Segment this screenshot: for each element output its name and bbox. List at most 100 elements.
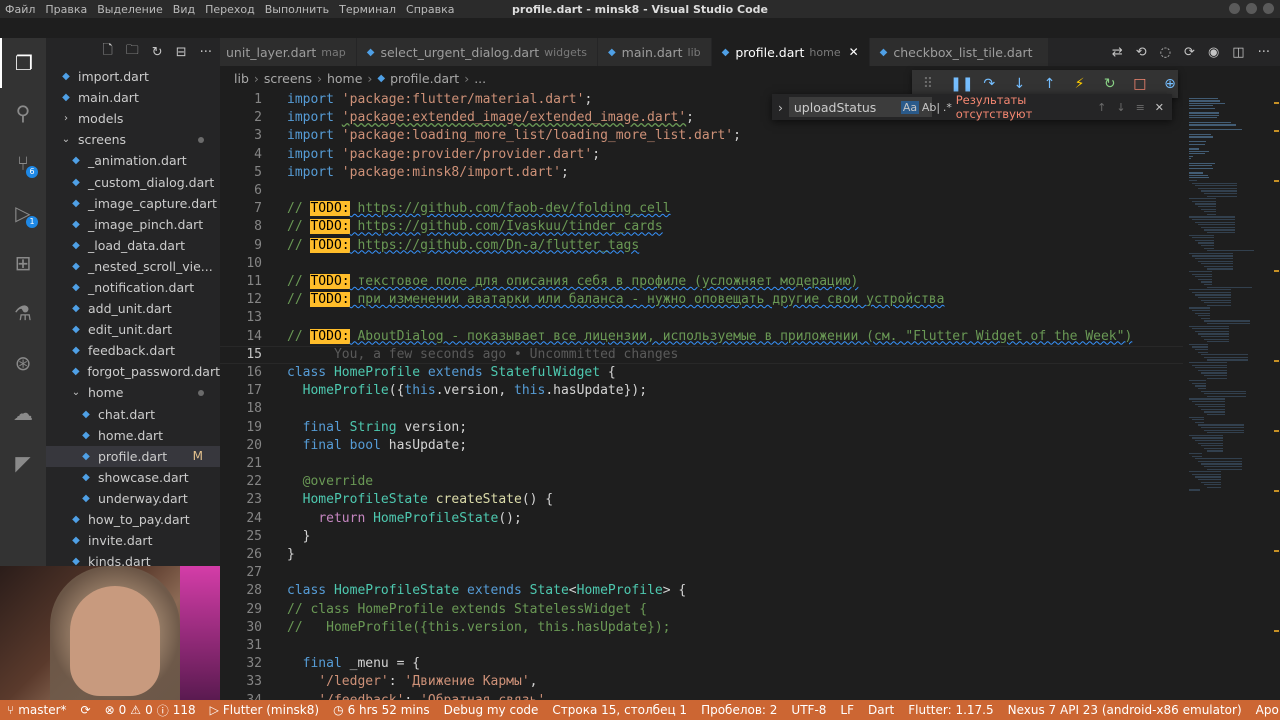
code-line[interactable]: import 'package:minsk8/import.dart';	[287, 164, 569, 182]
menu-item[interactable]: Выполнить	[265, 3, 329, 16]
minimap[interactable]	[1183, 90, 1273, 700]
find-in-selection-icon[interactable]: ≡	[1136, 101, 1145, 114]
eol-status[interactable]: LF	[833, 703, 861, 717]
tree-folder[interactable]: ⌄ home	[46, 382, 220, 403]
hot-reload-icon[interactable]: ⚡	[1072, 76, 1088, 92]
inspect-widget-icon[interactable]: ⊕	[1162, 76, 1178, 92]
dot-icon[interactable]: ◌	[1160, 45, 1171, 60]
code-line[interactable]: // TODO: https://github.com/Ivaskuu/tind…	[287, 218, 663, 236]
tree-file[interactable]: ◆ underway.dart	[46, 488, 220, 509]
code-line[interactable]: HomeProfileState createState() {	[287, 491, 553, 509]
find-input[interactable]: uploadStatus Aa Ab| .*	[788, 97, 952, 117]
source-control-icon[interactable]: ⑂ 6	[0, 138, 46, 188]
match-case-toggle[interactable]: Aa	[900, 100, 920, 114]
tree-folder[interactable]: › models	[46, 108, 220, 129]
encoding-status[interactable]: UTF-8	[784, 703, 833, 717]
code-line[interactable]: // TODO: AboutDialog - показывает все ли…	[287, 328, 1132, 346]
stop-icon[interactable]: □	[1132, 76, 1148, 92]
close-window-button[interactable]	[1263, 3, 1274, 14]
menu-item[interactable]: Выделение	[97, 3, 163, 16]
new-file-icon[interactable]: 🗋	[102, 41, 112, 63]
tree-folder[interactable]: ⌄ screens	[46, 129, 220, 150]
code-line[interactable]: class HomeProfile extends StatefulWidget…	[287, 364, 616, 382]
next-match-icon[interactable]: ↓	[1116, 101, 1125, 114]
search-icon[interactable]: ⚲	[0, 88, 46, 138]
menu-item[interactable]: Файл	[5, 3, 35, 16]
tree-file[interactable]: ◆ feedback.dart	[46, 340, 220, 361]
tree-file[interactable]: ◆ chat.dart	[46, 404, 220, 425]
tree-file[interactable]: ◆ main.dart	[46, 87, 220, 108]
menu-item[interactable]: Вид	[173, 3, 195, 16]
new-folder-icon[interactable]: 🗀	[126, 41, 139, 63]
breadcrumb-item[interactable]: home	[327, 71, 362, 86]
run-debug-icon[interactable]: ▷ 1	[0, 188, 46, 238]
tree-file[interactable]: ◆ profile.dart M	[46, 445, 220, 467]
tab-unit_layer-dart[interactable]: unit_layer.dart map	[220, 38, 357, 66]
tree-file[interactable]: ◆ how_to_pay.dart	[46, 509, 220, 530]
device-status[interactable]: Nexus 7 API 23 (android-x86 emulator)	[1001, 703, 1249, 717]
testing-flask-icon[interactable]: ⚗	[0, 288, 46, 338]
code-line[interactable]: // TODO: https://github.com/faob-dev/fol…	[287, 200, 671, 218]
git-graph-icon[interactable]: ⊛	[0, 338, 46, 388]
git-branch-status[interactable]: ⑂ master*	[0, 703, 74, 717]
tree-file[interactable]: ◆ invite.dart	[46, 530, 220, 551]
time-tracking-status[interactable]: ◷ 6 hrs 52 mins	[326, 703, 437, 717]
step-into-icon[interactable]: ↓	[1011, 76, 1027, 92]
go-forward-icon[interactable]: ⟳	[1184, 45, 1195, 60]
extensions-icon[interactable]: ⊞	[0, 238, 46, 288]
tab-checkbox_list_tile-dart[interactable]: ◆ checkbox_list_tile.dart	[869, 38, 1049, 66]
open-changes-icon[interactable]: ◉	[1208, 45, 1219, 60]
code-line[interactable]: final _menu = {	[287, 655, 420, 673]
code-line[interactable]: import 'package:flutter/material.dart';	[287, 91, 592, 109]
debug-mode-status[interactable]: Debug my code	[437, 703, 546, 717]
collapse-all-icon[interactable]: ⊟	[176, 45, 187, 60]
code-line[interactable]: You, a few seconds ago • Uncommitted cha…	[287, 346, 678, 364]
tab-profile-dart[interactable]: ◆ profile.dart home ✕	[711, 38, 870, 66]
code-line[interactable]: final String version;	[287, 419, 467, 437]
code-line[interactable]: // TODO: при изменении аватарки или бала…	[287, 291, 944, 309]
tree-file[interactable]: ◆ _notification.dart	[46, 277, 220, 298]
flutter-version-status[interactable]: Flutter: 1.17.5	[901, 703, 1000, 717]
maximize-button[interactable]	[1246, 3, 1257, 14]
code-line[interactable]: }	[287, 528, 311, 546]
menu-item[interactable]: Справка	[406, 3, 454, 16]
previous-match-icon[interactable]: ↑	[1097, 101, 1106, 114]
tree-file[interactable]: ◆ edit_unit.dart	[46, 319, 220, 340]
indentation-status[interactable]: Пробелов: 2	[694, 703, 784, 717]
tree-file[interactable]: ◆ _image_pinch.dart	[46, 214, 220, 235]
step-out-icon[interactable]: ↑	[1041, 76, 1057, 92]
tree-file[interactable]: ◆ add_unit.dart	[46, 298, 220, 319]
compare-changes-icon[interactable]: ⇄	[1112, 45, 1123, 60]
apollo-status[interactable]: Apollo	[1249, 703, 1280, 717]
code-editor[interactable]: import 'package:flutter/material.dart'; i…	[287, 90, 1177, 700]
code-line[interactable]: // TODO: https://github.com/Dn-a/flutter…	[287, 237, 639, 255]
code-line[interactable]: '/feedback': 'Обратная связь',	[287, 692, 553, 700]
explorer-icon[interactable]: ❐	[0, 38, 46, 88]
breadcrumb-item[interactable]: lib	[234, 71, 249, 86]
drag-handle-icon[interactable]: ⠿	[920, 76, 936, 92]
split-editor-icon[interactable]: ◫	[1232, 45, 1244, 60]
tree-file[interactable]: ◆ _nested_scroll_vie...	[46, 256, 220, 277]
flutter-icon[interactable]: ◤	[0, 438, 46, 488]
tree-file[interactable]: ◆ forgot_password.dart	[46, 361, 220, 382]
code-line[interactable]: final bool hasUpdate;	[287, 437, 467, 455]
more-actions-icon[interactable]: ···	[200, 45, 212, 60]
match-whole-word-toggle[interactable]: Ab|	[922, 101, 940, 114]
pause-icon[interactable]: ❚❚	[950, 76, 973, 92]
code-line[interactable]: return HomeProfileState();	[287, 510, 522, 528]
step-over-icon[interactable]: ↷	[981, 76, 997, 92]
code-line[interactable]: // class HomeProfile extends StatelessWi…	[287, 601, 647, 619]
code-line[interactable]: import 'package:extended_image/extended_…	[287, 109, 694, 127]
flutter-target-status[interactable]: ▷ Flutter (minsk8)	[203, 703, 326, 717]
code-line[interactable]: import 'package:provider/provider.dart';	[287, 146, 600, 164]
tree-file[interactable]: ◆ showcase.dart	[46, 467, 220, 488]
code-line[interactable]: HomeProfile({this.version, this.hasUpdat…	[287, 382, 647, 400]
code-line[interactable]: import 'package:loading_more_list/loadin…	[287, 127, 741, 145]
tree-file[interactable]: ◆ _custom_dialog.dart	[46, 171, 220, 192]
vertical-scrollbar[interactable]	[1272, 90, 1280, 700]
tree-file[interactable]: ◆ import.dart	[46, 66, 220, 87]
language-mode-status[interactable]: Dart	[861, 703, 901, 717]
close-find-icon[interactable]: ✕	[1155, 101, 1164, 114]
tab-select_urgent_dialog-dart[interactable]: ◆ select_urgent_dialog.dart widgets	[356, 38, 598, 66]
menu-item[interactable]: Правка	[45, 3, 87, 16]
